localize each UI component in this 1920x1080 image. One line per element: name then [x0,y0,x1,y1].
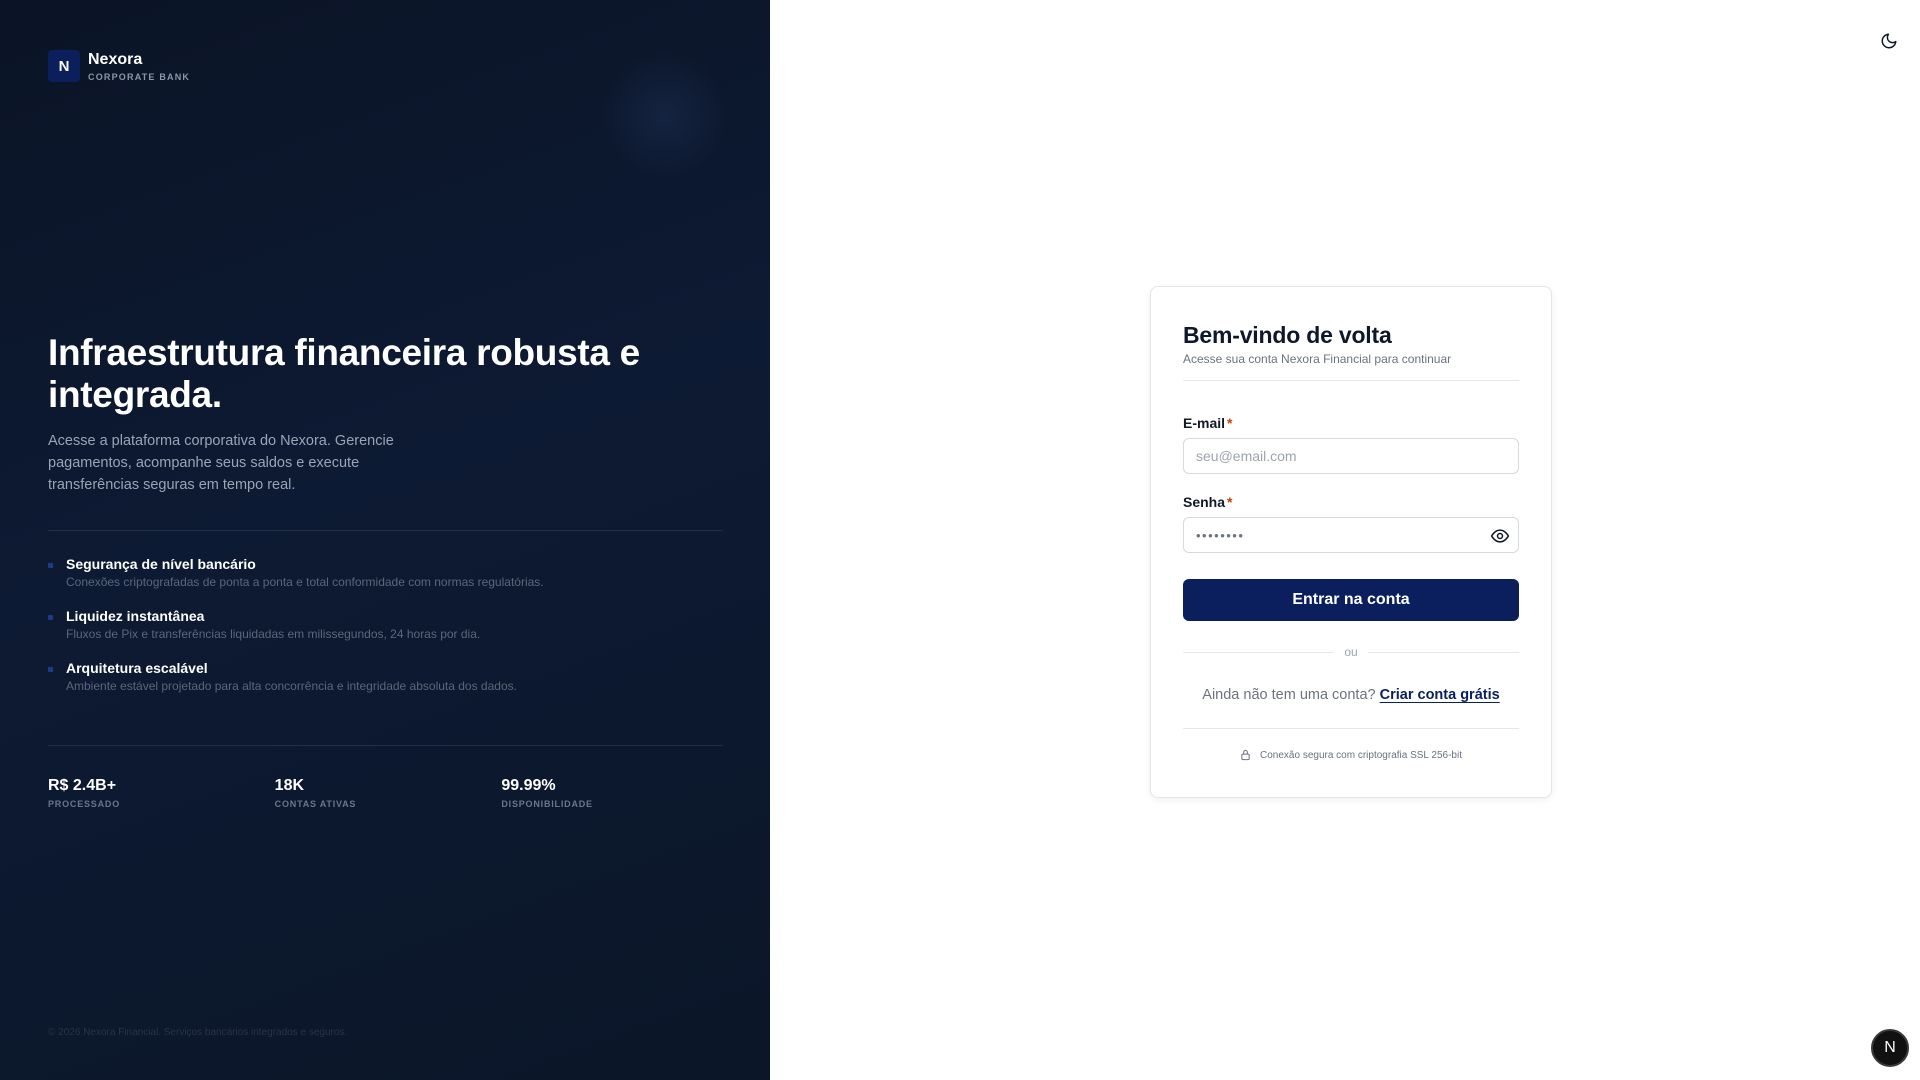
or-divider: ou [1183,645,1520,659]
login-title: Bem-vindo de volta [1183,322,1392,348]
theme-toggle-button[interactable] [1878,30,1900,52]
password-visibility-toggle[interactable] [1490,526,1510,546]
divider [48,530,723,531]
feature-description: Fluxos de Pix e transferências liquidada… [66,627,481,641]
password-label: Senha * [1183,493,1519,511]
stats: R$ 2.4B+ PROCESSADO 18K CONTAS ATIVAS 99… [48,776,728,809]
eye-icon [1490,529,1510,543]
stat-availability: 99.99% DISPONIBILIDADE [501,776,728,809]
feature-description: Ambiente estável projetado para alta con… [66,679,517,693]
stat-processed: R$ 2.4B+ PROCESSADO [48,776,275,809]
divider [48,745,723,746]
stat-label: PROCESSADO [48,799,121,809]
avatar[interactable]: N [1871,1029,1909,1067]
secure-text: Conexão segura com criptografia SSL 256-… [1260,749,1462,761]
feature-title: Arquitetura escalável [66,660,208,676]
hero-title: Infraestrutura financeira robusta e inte… [48,332,640,415]
feature-title: Liquidez instantânea [66,608,205,624]
divider [1183,728,1519,729]
hero: Infraestrutura financeira robusta e inte… [48,332,728,496]
feature-item: Arquitetura escalável Ambiente estável p… [48,659,728,694]
password-label-text: Senha [1183,494,1226,510]
secure-note: Conexão segura com criptografia SSL 256-… [1183,749,1519,761]
email-placeholder: seu@email.com [1196,448,1297,464]
signup-prompt: Ainda não tem uma conta? [1202,687,1376,703]
hero-description: Acesse a plataforma corporativa do Nexor… [48,433,394,493]
divider [1183,380,1519,381]
required-mark: * [1227,494,1233,510]
or-text: ou [1344,645,1358,659]
feature-item: Segurança de nível bancário Conexões cri… [48,555,728,590]
copyright: © 2026 Nexora Financial. Serviços bancár… [48,1027,348,1038]
feature-title: Segurança de nível bancário [66,556,256,572]
brand-panel: N Nexora CORPORATE BANK Infraestrutura f… [0,0,770,1080]
email-field[interactable]: seu@email.com [1183,438,1519,474]
login-button[interactable]: Entrar na conta [1183,579,1519,621]
brand: N Nexora CORPORATE BANK [48,50,190,82]
feature-item: Liquidez instantânea Fluxos de Pix e tra… [48,607,728,642]
lock-icon [1240,749,1251,761]
bullet-icon [48,667,53,672]
stat-value: 99.99% [501,777,556,794]
password-field[interactable]: •••••••• [1183,517,1519,553]
bullet-icon [48,563,53,568]
stat-label: CONTAS ATIVAS [274,799,357,809]
required-mark: * [1227,415,1233,431]
signup-link[interactable]: Criar conta grátis [1380,687,1500,703]
bullet-icon [48,615,53,620]
stat-active-accounts: 18K CONTAS ATIVAS [275,776,502,809]
brand-subtitle: CORPORATE BANK [88,72,191,82]
brand-logo: N [48,50,80,82]
decorative-glow [600,50,730,180]
feature-list: Segurança de nível bancário Conexões cri… [48,555,728,711]
brand-name: Nexora [88,51,143,68]
email-label-text: E-mail [1183,415,1226,431]
stat-value: 18K [274,777,305,794]
email-label: E-mail * [1183,414,1519,432]
stat-value: R$ 2.4B+ [48,777,117,794]
password-value: •••••••• [1196,527,1245,543]
moon-icon [1881,33,1897,49]
login-subtitle: Acesse sua conta Nexora Financial para c… [1183,352,1452,366]
signup-row: Ainda não tem uma conta? Criar conta grá… [1183,687,1519,703]
login-card: Bem-vindo de volta Acesse sua conta Nexo… [1150,286,1552,798]
feature-description: Conexões criptografadas de ponta a ponta… [66,575,544,589]
stat-label: DISPONIBILIDADE [501,799,593,809]
